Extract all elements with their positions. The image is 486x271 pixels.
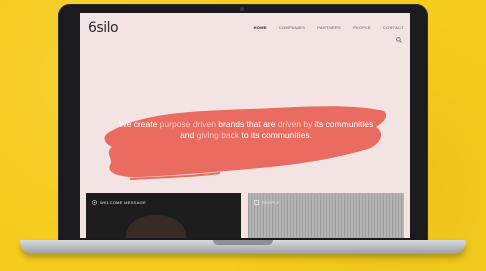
nav-contact[interactable]: CONTACT <box>383 25 404 30</box>
nav-menu: HOME COMPANIES PARTNERS PEOPLE CONTACT <box>254 25 404 43</box>
play-icon <box>92 200 97 205</box>
card-label: WELCOME MESSAGE <box>92 200 146 205</box>
hero-text-part: to its communities. <box>241 129 312 140</box>
hero-text-part: We create <box>118 119 160 129</box>
person-image <box>126 215 186 238</box>
search-icon[interactable] <box>396 37 402 43</box>
card-label: PEOPLE <box>254 200 280 205</box>
hero-headline: We create purpose driven brands that are… <box>116 119 376 140</box>
hero-highlight: purpose driven <box>159 119 219 129</box>
camera-icon <box>240 7 244 11</box>
nav-partners[interactable]: PARTNERS <box>317 25 341 30</box>
card-label-text: WELCOME MESSAGE <box>100 200 147 205</box>
video-card[interactable]: WELCOME MESSAGE <box>86 193 241 238</box>
nav-people[interactable]: PEOPLE <box>353 25 371 30</box>
nav-companies[interactable]: COMPANIES <box>279 25 305 30</box>
people-icon <box>254 200 259 205</box>
laptop-notch <box>213 240 273 245</box>
hero-text-part: brands that are <box>218 119 278 129</box>
laptop-screen: 6silo HOME COMPANIES PARTNERS PEOPLE CON… <box>80 13 410 238</box>
hero-highlight: driven by <box>277 119 315 129</box>
site-logo[interactable]: 6silo <box>88 20 119 36</box>
hero-highlight: giving back <box>196 129 242 140</box>
card-label-text: PEOPLE <box>262 200 280 205</box>
nav-home[interactable]: HOME <box>254 25 267 30</box>
site-header: 6silo HOME COMPANIES PARTNERS PEOPLE CON… <box>80 13 410 43</box>
people-card[interactable]: PEOPLE <box>248 193 404 238</box>
